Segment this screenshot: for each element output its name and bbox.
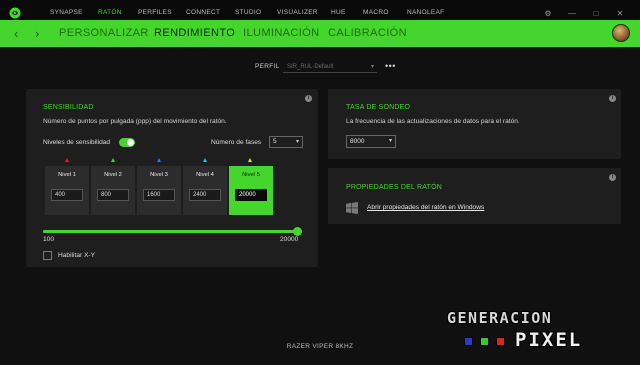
polling-rate-panel: i TASA DE SONDEO La frecuencia de las ac… — [328, 89, 621, 159]
level-4-card[interactable]: Nivel 4 2400 — [183, 166, 227, 215]
chevron-down-icon: ▾ — [370, 64, 374, 70]
level-name: Nivel 3 — [150, 172, 168, 178]
tab-iluminacion[interactable]: ILUMINACIÓN — [243, 20, 328, 47]
sub-tabs: PERSONALIZAR RENDIMIENTO ILUMINACIÓN CAL… — [59, 20, 418, 47]
sensitivity-title: SENSIBILIDAD — [43, 104, 94, 111]
tab-personalizar[interactable]: PERSONALIZAR — [59, 20, 154, 47]
level-dpi-input[interactable]: 800 — [97, 189, 129, 201]
level-dpi-input[interactable]: 400 — [51, 189, 83, 201]
level-5-color-indicator — [248, 158, 252, 162]
chevron-down-icon: ▾ — [388, 138, 392, 144]
enable-xy-label: Habilitar X-Y — [58, 252, 96, 259]
stage-count-label: Número de fases — [211, 139, 262, 146]
tab-calibracion[interactable]: CALIBRACIÓN — [328, 20, 418, 47]
sensitivity-stages-label: Niveles de sensibilidad — [43, 139, 111, 146]
level-dpi-input[interactable]: 1600 — [143, 189, 175, 201]
level-3-color-indicator — [157, 158, 161, 162]
sensitivity-description: Número de puntos por pulgada (ppp) del m… — [43, 118, 227, 125]
level-2-card[interactable]: Nivel 2 800 — [91, 166, 135, 215]
info-icon[interactable]: i — [609, 174, 616, 181]
polling-rate-dropdown[interactable]: 8000 ▾ — [346, 135, 396, 148]
info-icon[interactable]: i — [305, 95, 312, 102]
tab-rendimiento[interactable]: RENDIMIENTO — [154, 20, 243, 47]
forward-arrow-icon[interactable]: › — [35, 20, 39, 47]
sensitivity-slider-handle[interactable] — [293, 227, 302, 236]
slider-min-label: 100 — [43, 236, 55, 243]
level-name: Nivel 1 — [58, 172, 76, 178]
enable-xy-checkbox[interactable] — [43, 251, 52, 260]
sensitivity-panel: i SENSIBILIDAD Número de puntos por pulg… — [26, 89, 318, 267]
polling-title: TASA DE SONDEO — [346, 104, 411, 111]
stage-count-value: 5 — [273, 138, 277, 145]
level-1-card[interactable]: Nivel 1 400 — [45, 166, 89, 215]
sensitivity-stages-toggle[interactable] — [119, 138, 135, 147]
level-3-card[interactable]: Nivel 3 1600 — [137, 166, 181, 215]
toggle-knob — [127, 139, 134, 146]
sub-nav: ‹ › PERSONALIZAR RENDIMIENTO ILUMINACIÓN… — [0, 20, 640, 47]
watermark-line-1: GENERACION — [447, 309, 553, 327]
info-icon[interactable]: i — [609, 95, 616, 102]
polling-rate-value: 8000 — [350, 138, 365, 145]
polling-description: La frecuencia de las actualizaciones de … — [346, 118, 520, 125]
razer-logo-icon[interactable] — [9, 7, 21, 19]
profile-value: SIR_RUL-Default — [287, 64, 334, 70]
user-avatar[interactable] — [612, 24, 630, 42]
slider-max-label: 20000 — [280, 236, 299, 243]
stage-count-dropdown[interactable]: 5 ▾ — [269, 136, 303, 148]
level-name: Nivel 5 — [242, 172, 260, 178]
open-windows-mouse-properties-link[interactable]: Abrir propiedades del ratón en Windows — [367, 204, 484, 211]
profile-label: PERFIL — [255, 63, 280, 70]
level-name: Nivel 2 — [104, 172, 122, 178]
level-dpi-input[interactable]: 20000 — [235, 189, 267, 201]
back-arrow-icon[interactable]: ‹ — [14, 20, 18, 47]
level-5-card[interactable]: Nivel 5 20000 — [229, 166, 273, 215]
level-name: Nivel 4 — [196, 172, 214, 178]
chevron-down-icon: ▾ — [295, 139, 299, 145]
more-options-icon[interactable]: ••• — [385, 61, 396, 71]
level-2-color-indicator — [111, 158, 115, 162]
level-dpi-input[interactable]: 2400 — [189, 189, 221, 201]
profile-row: PERFIL SIR_RUL-Default ▾ ••• — [0, 61, 640, 74]
level-4-color-indicator — [203, 158, 207, 162]
mouse-properties-panel: i PROPIEDADES DEL RATÓN Abrir propiedade… — [328, 168, 621, 224]
profile-dropdown[interactable]: SIR_RUL-Default ▾ — [283, 61, 377, 73]
sensitivity-slider-track[interactable] — [43, 230, 300, 233]
windows-logo-icon — [346, 202, 358, 214]
device-name: RAZER VIPER 8KHZ — [286, 343, 354, 350]
level-1-color-indicator — [65, 158, 69, 162]
mouse-properties-title: PROPIEDADES DEL RATÓN — [346, 184, 442, 191]
